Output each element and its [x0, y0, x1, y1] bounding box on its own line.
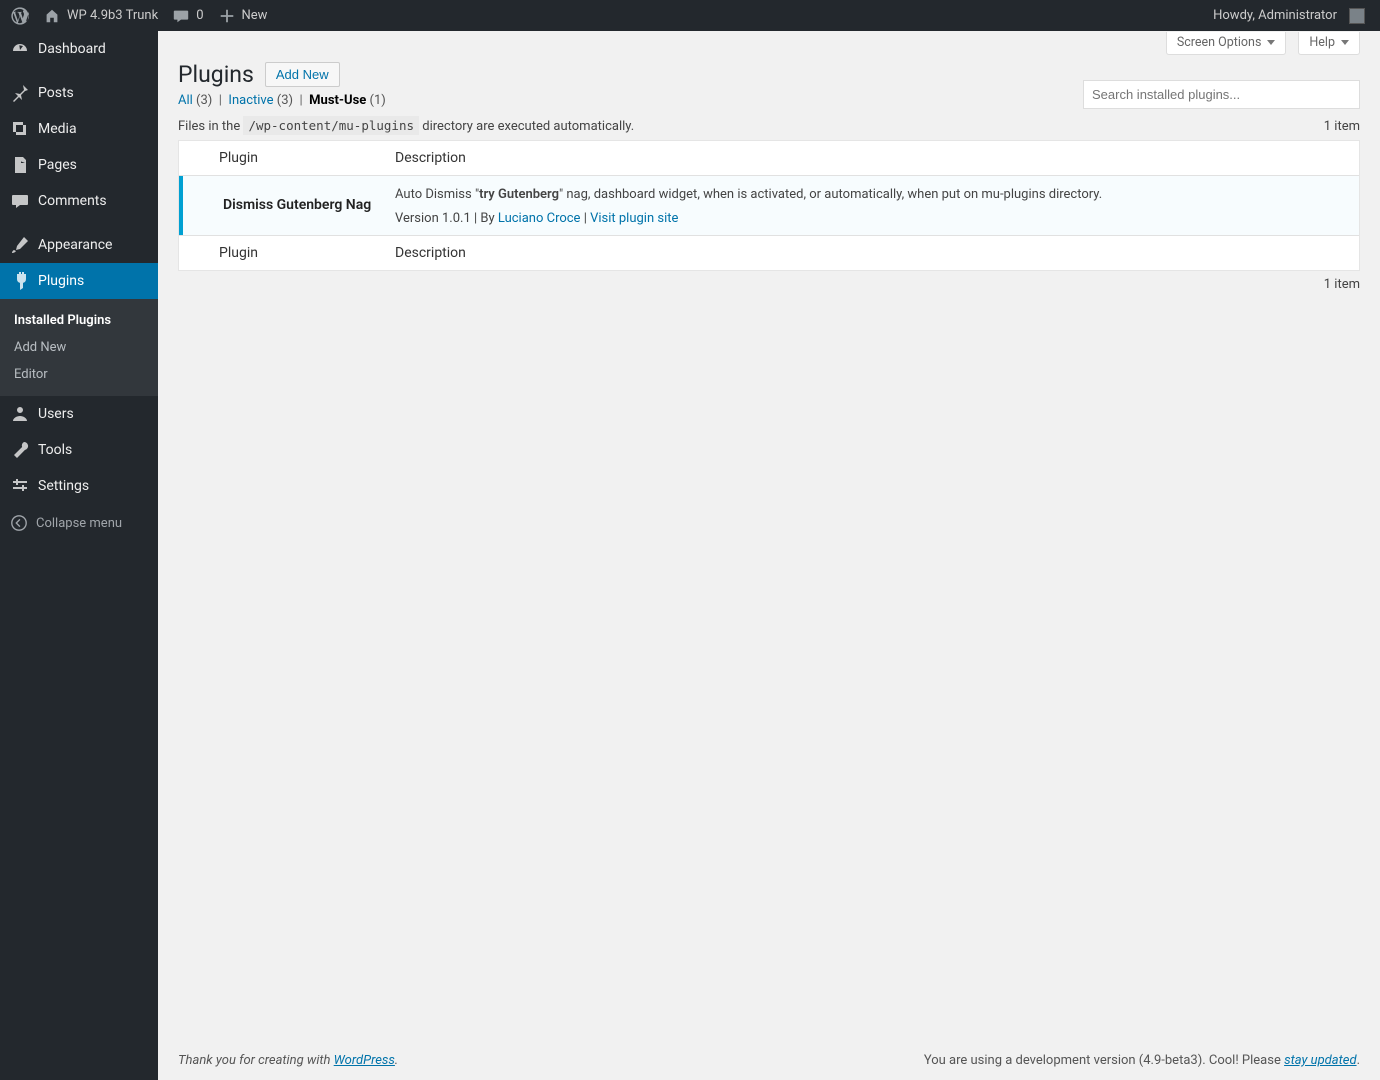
mu-info-text: Files in the /wp-content/mu-plugins dire… — [178, 118, 634, 134]
plugin-description: Auto Dismiss "try Gutenberg" nag, dashbo… — [395, 185, 1349, 205]
sidebar-item-media[interactable]: Media — [0, 111, 158, 147]
site-link[interactable]: WP 4.9b3 Trunk — [36, 0, 165, 31]
sidebar-item-posts[interactable]: Posts — [0, 75, 158, 111]
help-tab[interactable]: Help — [1298, 32, 1360, 55]
col-description-footer[interactable]: Description — [385, 235, 1359, 270]
col-plugin[interactable]: Plugin — [179, 141, 385, 176]
admin-sidebar: Dashboard Posts Media Pages Comments App… — [0, 31, 158, 1080]
dashboard-icon — [10, 39, 30, 59]
filter-all[interactable]: All — [178, 93, 193, 108]
comments-link[interactable]: 0 — [165, 0, 210, 31]
sidebar-item-label: Media — [38, 121, 77, 137]
media-icon — [10, 119, 30, 139]
item-count-bottom: 1 item — [178, 277, 1360, 292]
sidebar-item-label: Posts — [38, 85, 74, 101]
content-area: Screen Options Help Plugins Add New All … — [158, 31, 1380, 1080]
howdy-text: Howdy, Administrator — [1213, 8, 1337, 23]
home-icon — [43, 7, 61, 25]
submenu-editor[interactable]: Editor — [0, 361, 158, 388]
sidebar-item-label: Tools — [38, 442, 72, 458]
collapse-label: Collapse menu — [36, 516, 122, 531]
plugin-icon — [10, 271, 30, 291]
sidebar-item-label: Appearance — [38, 237, 112, 253]
plugin-meta: Version 1.0.1 | By Luciano Croce | Visit… — [395, 211, 1349, 226]
sidebar-item-label: Dashboard — [38, 41, 106, 57]
my-account-link[interactable]: Howdy, Administrator — [1206, 0, 1372, 31]
sidebar-item-label: Users — [38, 406, 74, 422]
wordpress-icon — [11, 7, 29, 25]
filter-mustuse[interactable]: Must-Use — [309, 93, 366, 108]
col-description[interactable]: Description — [385, 141, 1359, 176]
page-title: Plugins — [178, 61, 254, 88]
screen-options-tab[interactable]: Screen Options — [1166, 32, 1287, 55]
admin-footer: Thank you for creating with WordPress. Y… — [158, 1041, 1380, 1080]
chevron-down-icon — [1341, 40, 1349, 45]
item-count-top: 1 item — [1324, 119, 1360, 134]
sidebar-item-label: Pages — [38, 157, 77, 173]
sliders-icon — [10, 476, 30, 496]
admin-toolbar: WP 4.9b3 Trunk 0 New Howdy, Administrato… — [0, 0, 1380, 31]
sidebar-item-plugins[interactable]: Plugins — [0, 263, 158, 299]
plugins-submenu: Installed Plugins Add New Editor — [0, 299, 158, 396]
plugins-table: Plugin Description Dismiss Gutenberg Nag… — [178, 140, 1360, 271]
plugin-author-link[interactable]: Luciano Croce — [498, 211, 581, 226]
new-content-link[interactable]: New — [211, 0, 275, 31]
sidebar-item-label: Settings — [38, 478, 89, 494]
sidebar-item-comments[interactable]: Comments — [0, 183, 158, 219]
collapse-menu[interactable]: Collapse menu — [0, 506, 158, 540]
wordpress-link[interactable]: WordPress — [334, 1053, 395, 1068]
comment-icon — [10, 191, 30, 211]
sidebar-item-label: Comments — [38, 193, 107, 209]
chevron-down-icon — [1267, 40, 1275, 45]
new-label: New — [242, 8, 268, 23]
search-plugins-input[interactable] — [1083, 80, 1360, 109]
pin-icon — [10, 83, 30, 103]
sidebar-item-pages[interactable]: Pages — [0, 147, 158, 183]
comments-count: 0 — [196, 8, 203, 23]
plugin-name: Dismiss Gutenberg Nag — [223, 197, 371, 213]
sidebar-item-settings[interactable]: Settings — [0, 468, 158, 504]
col-plugin-footer[interactable]: Plugin — [179, 235, 385, 270]
submenu-installed-plugins[interactable]: Installed Plugins — [0, 307, 158, 334]
users-icon — [10, 404, 30, 424]
wp-logo-menu[interactable] — [4, 0, 36, 31]
collapse-icon — [10, 514, 28, 532]
sidebar-item-label: Plugins — [38, 273, 84, 289]
visit-plugin-site-link[interactable]: Visit plugin site — [590, 211, 678, 226]
table-row: Dismiss Gutenberg Nag Auto Dismiss "try … — [179, 176, 1359, 235]
sidebar-item-appearance[interactable]: Appearance — [0, 227, 158, 263]
stay-updated-link[interactable]: stay updated — [1284, 1053, 1356, 1068]
pages-icon — [10, 155, 30, 175]
avatar — [1349, 8, 1365, 24]
filter-inactive[interactable]: Inactive — [228, 93, 273, 108]
wrench-icon — [10, 440, 30, 460]
submenu-add-new[interactable]: Add New — [0, 334, 158, 361]
brush-icon — [10, 235, 30, 255]
add-new-button[interactable]: Add New — [265, 62, 340, 87]
sidebar-item-users[interactable]: Users — [0, 396, 158, 432]
plus-icon — [218, 7, 236, 25]
sidebar-item-dashboard[interactable]: Dashboard — [0, 31, 158, 67]
comment-icon — [172, 7, 190, 25]
site-name: WP 4.9b3 Trunk — [67, 8, 158, 23]
sidebar-item-tools[interactable]: Tools — [0, 432, 158, 468]
